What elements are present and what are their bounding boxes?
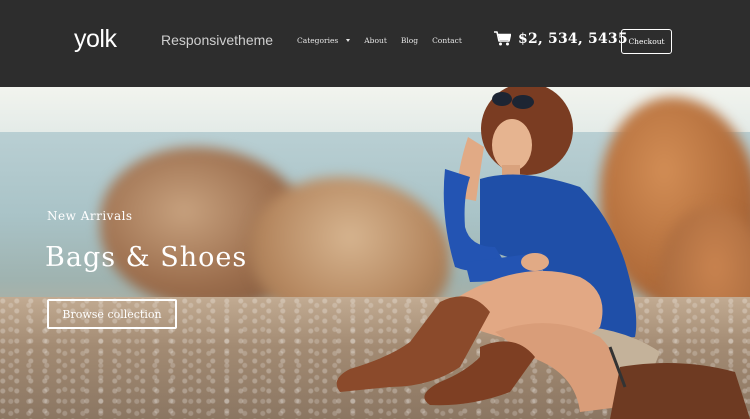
nav-item-blog[interactable]: Blog bbox=[401, 36, 418, 45]
hero-subtitle: New Arrivals bbox=[47, 209, 133, 223]
logo[interactable]: yolk bbox=[74, 25, 117, 54]
chevron-down-icon bbox=[346, 39, 351, 42]
nav-item-label: Categories bbox=[297, 36, 339, 45]
hero-title: Bags & Shoes bbox=[45, 242, 248, 273]
nav-item-categories[interactable]: Categories bbox=[297, 36, 351, 45]
nav-item-contact[interactable]: Contact bbox=[432, 36, 462, 45]
main-nav: Categories About Blog Contact bbox=[297, 36, 476, 45]
nav-item-label: About bbox=[364, 36, 387, 45]
shopping-cart-icon[interactable] bbox=[494, 31, 511, 46]
site-header: yolk Responsivetheme Categories About Bl… bbox=[0, 0, 750, 87]
nav-item-about[interactable]: About bbox=[364, 36, 387, 45]
nav-item-label: Contact bbox=[432, 36, 462, 45]
nav-item-label: Blog bbox=[400, 36, 419, 45]
hero-model-image bbox=[336, 87, 750, 419]
hero-banner: New Arrivals Bags & Shoes Browse collect… bbox=[0, 87, 750, 419]
cart-total: $2, 534, 5435 bbox=[518, 31, 628, 47]
browse-collection-button[interactable]: Browse collection bbox=[47, 299, 177, 329]
tagline: Responsivetheme bbox=[161, 32, 274, 48]
checkout-button[interactable]: Checkout bbox=[621, 29, 672, 54]
